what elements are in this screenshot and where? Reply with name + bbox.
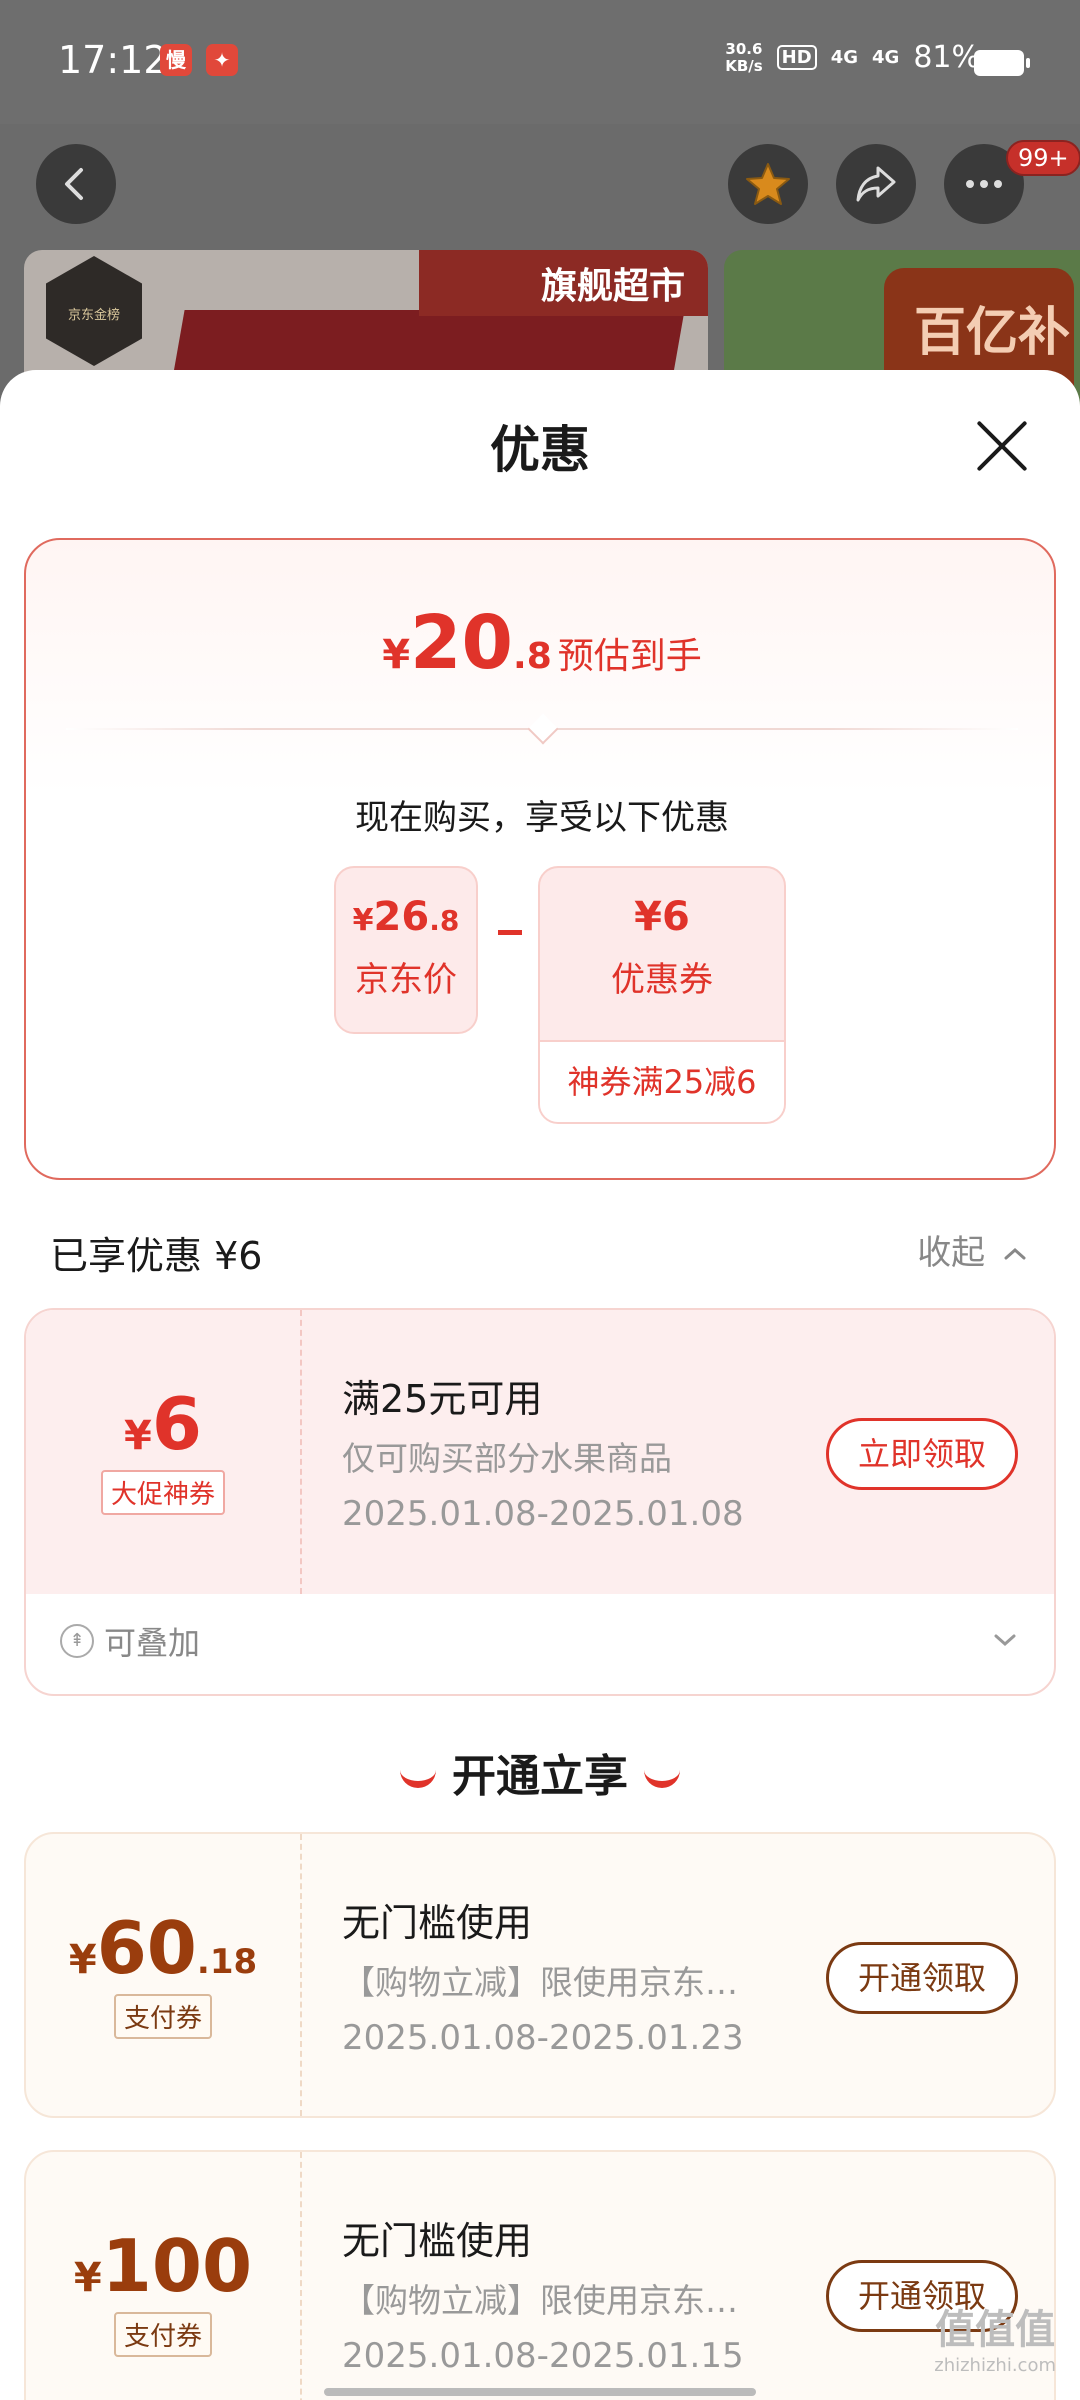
coupon-title: 无门槛使用 <box>342 2219 533 2263</box>
smile-icon <box>644 1770 680 1788</box>
coupon-card: ¥60.18 支付券 无门槛使用 【购物立减】限使用京东… 2025.01.08… <box>24 1832 1056 2118</box>
coupon-date: 2025.01.08-2025.01.23 <box>342 2018 744 2058</box>
status-indicators: 30.6 KB/s HD 4G 4G 81% <box>725 40 980 75</box>
applied-discount-label: 已享优惠 ¥6 <box>50 1234 263 1278</box>
coupon-desc: 仅可购买部分水果商品 <box>342 1439 672 1478</box>
stackable-label: ⇞ 可叠加 <box>60 1618 200 1664</box>
buy-now-text: 现在购买，享受以下优惠 <box>355 798 729 838</box>
battery-percent: 81% <box>913 40 980 75</box>
coupon-title: 无门槛使用 <box>342 1901 533 1945</box>
watermark: 值值值 zhizhizhi.com <box>934 2307 1056 2376</box>
signal-icon: 4G <box>872 47 900 68</box>
open-claim-button[interactable]: 开通领取 <box>826 1942 1018 2014</box>
divider-notch <box>527 713 559 745</box>
chevron-down-icon[interactable] <box>992 1624 1018 1657</box>
coupon-date: 2025.01.08-2025.01.15 <box>342 2336 744 2376</box>
signal-icon: 4G <box>830 47 858 68</box>
sheet-title: 优惠 <box>490 421 590 479</box>
claim-button[interactable]: 立即领取 <box>826 1418 1018 1490</box>
estimated-price: ¥20.8 预估到手 <box>382 600 702 686</box>
notification-badge: 99+ <box>1006 140 1080 176</box>
coupon-card: ¥6 大促神券 满25元可用 仅可购买部分水果商品 2025.01.08-202… <box>24 1308 1056 1696</box>
hd-icon: HD <box>776 45 817 70</box>
coupon-title: 满25元可用 <box>342 1377 543 1421</box>
chevron-left-icon <box>65 168 83 200</box>
coupon-tag: 支付券 <box>113 1994 212 2039</box>
coupon-desc: 【购物立减】限使用京东… <box>342 2281 738 2320</box>
coupon-tag: 支付券 <box>113 2312 212 2357</box>
flagship-label: 旗舰超市 <box>419 250 708 316</box>
stack-icon: ⇞ <box>60 1624 94 1658</box>
star-icon <box>746 163 790 205</box>
status-bar: 17:12 慢 ✦ 30.6 KB/s HD 4G 4G 81% <box>0 0 1080 124</box>
smile-icon <box>400 1770 436 1788</box>
minus-sign <box>498 930 522 935</box>
jd-price-label: 京东价 <box>355 960 457 1000</box>
coupon-detail: 神券满25减6 <box>540 1040 784 1122</box>
back-button[interactable] <box>36 144 116 224</box>
home-indicator[interactable] <box>324 2388 756 2396</box>
discount-sheet: 优惠 ¥20.8 预估到手 现在购买，享受以下优惠 ¥26.8 京东价 ¥6 优惠… <box>0 370 1080 2400</box>
coupon-label: 优惠券 <box>611 960 713 1000</box>
chevron-up-icon <box>1004 1247 1026 1260</box>
jd-price-box: ¥26.8 京东价 <box>334 866 478 1034</box>
coupon-box: ¥6 优惠券 神券满25减6 <box>538 866 786 1124</box>
status-time: 17:12 <box>58 38 168 82</box>
collapse-button[interactable]: 收起 <box>917 1225 1028 1274</box>
coupon-tag: 大促神券 <box>100 1470 225 1515</box>
network-speed: 30.6 KB/s <box>725 39 763 75</box>
coupon-amount: ¥100 支付券 <box>26 2152 302 2400</box>
app-notification-icon: 慢 <box>160 44 192 76</box>
coupon-date: 2025.01.08-2025.01.08 <box>342 1494 744 1534</box>
app-notification-icon: ✦ <box>206 44 238 76</box>
favorite-button[interactable] <box>728 144 808 224</box>
coupon-desc: 【购物立减】限使用京东… <box>342 1963 738 2002</box>
close-icon[interactable] <box>974 418 1030 474</box>
price-summary: ¥20.8 预估到手 现在购买，享受以下优惠 ¥26.8 京东价 ¥6 优惠券 神… <box>24 538 1056 1180</box>
share-icon <box>856 166 896 202</box>
coupon-amount: ¥60.18 支付券 <box>26 1834 302 2116</box>
open-section-title: 开通立享 <box>0 1740 1080 1804</box>
coupon-card: ¥100 支付券 无门槛使用 【购物立减】限使用京东… 2025.01.08-2… <box>24 2150 1056 2400</box>
more-icon <box>966 180 1002 188</box>
jd-gold-seal: 京东金榜 <box>46 256 142 366</box>
share-button[interactable] <box>836 144 916 224</box>
coupon-amount: ¥6 大促神券 <box>26 1310 302 1594</box>
battery-icon <box>974 50 1030 76</box>
